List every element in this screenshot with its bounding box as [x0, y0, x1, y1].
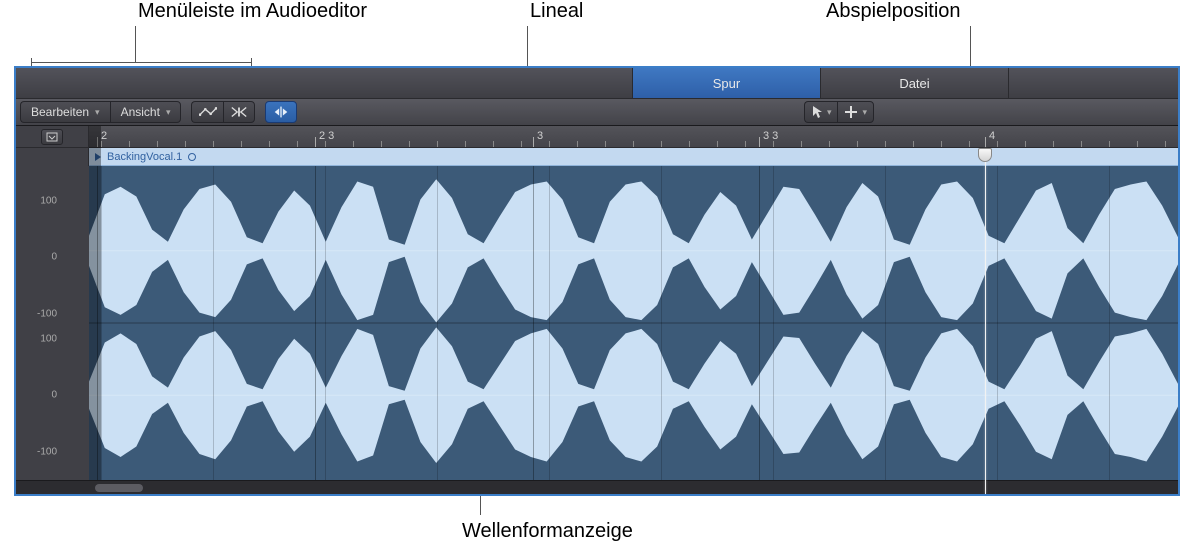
audio-editor-menubar: Bearbeiten ▾ Ansicht ▾ ▾ ▾: [16, 98, 1178, 126]
db-label: -100: [37, 446, 57, 457]
collapse-button[interactable]: [41, 129, 63, 145]
callout-line: [251, 58, 252, 66]
callout-line: [31, 62, 251, 63]
play-icon: [95, 153, 101, 161]
db-label: 100: [40, 333, 57, 344]
callout-playhead: Abspielposition: [826, 0, 961, 23]
view-menu-label: Ansicht: [121, 105, 160, 119]
edit-menu[interactable]: Bearbeiten ▾: [20, 101, 110, 123]
callout-line: [135, 26, 136, 62]
callout-line: [31, 58, 32, 66]
chevron-down-icon: ▾: [166, 107, 171, 118]
horizontal-scrollbar[interactable]: [89, 480, 1178, 494]
region-header[interactable]: BackingVocal.1: [89, 148, 1178, 166]
scrollbar-thumb[interactable]: [95, 484, 143, 492]
edit-menu-label: Bearbeiten: [31, 105, 89, 119]
hscroll-corner: [16, 480, 89, 494]
ruler-corner: [16, 126, 89, 148]
db-scale: 100 0 -100 100 0 -100: [16, 166, 89, 480]
ruler[interactable]: 22 333 34: [89, 126, 1178, 148]
main-area: 22 333 34 BackingVocal.1: [89, 126, 1178, 494]
tab-track[interactable]: Spur: [632, 68, 820, 98]
db-label: 0: [51, 390, 57, 401]
catch-playhead-icon[interactable]: [265, 101, 297, 123]
loop-icon: [188, 153, 196, 161]
left-header-spacer: [16, 148, 89, 166]
chevron-down-icon: ▾: [862, 107, 867, 118]
editor-content: 100 0 -100 100 0 -100 22 333 34 BackingV…: [16, 126, 1178, 494]
tab-file[interactable]: Datei: [820, 68, 1008, 98]
pointer-tool[interactable]: ▾: [804, 101, 838, 123]
callout-waveform: Wellenformanzeige: [462, 520, 633, 543]
region-name: BackingVocal.1: [107, 151, 182, 163]
automation-icon[interactable]: [191, 101, 223, 123]
ruler-tick-label: 3: [537, 130, 543, 142]
waveform-display[interactable]: [89, 166, 1178, 480]
chevron-down-icon: ▾: [827, 107, 832, 118]
editor-tabs: Spur Datei: [16, 68, 1178, 98]
tab-end-spacer: [1008, 68, 1178, 98]
db-label: -100: [37, 308, 57, 319]
alt-tool[interactable]: ▾: [837, 101, 874, 123]
flex-icon[interactable]: [223, 101, 255, 123]
tab-spacer: [16, 68, 632, 98]
ruler-tick-label: 3 3: [763, 130, 778, 142]
chevron-down-icon: ▾: [95, 107, 100, 118]
audio-editor-window: Spur Datei Bearbeiten ▾ Ansicht ▾ ▾ ▾: [14, 66, 1180, 496]
db-label: 0: [51, 252, 57, 263]
db-label: 100: [40, 195, 57, 206]
playhead-handle[interactable]: [978, 148, 992, 162]
callout-menubar: Menüleiste im Audioeditor: [138, 0, 367, 23]
ruler-tick-label: 2 3: [319, 130, 334, 142]
playhead[interactable]: [978, 126, 992, 166]
callout-ruler: Lineal: [530, 0, 583, 23]
playhead-line: [985, 148, 986, 494]
view-menu[interactable]: Ansicht ▾: [110, 101, 182, 123]
